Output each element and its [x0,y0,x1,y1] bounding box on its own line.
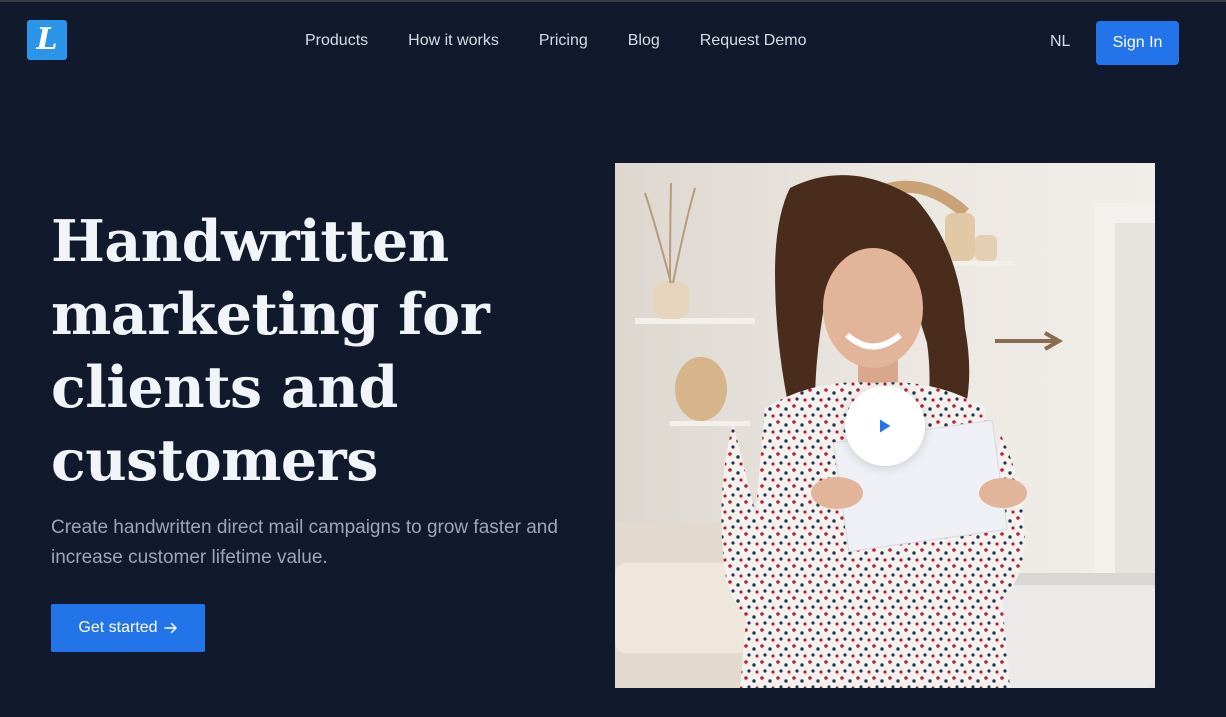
nav-products[interactable]: Products [285,32,388,50]
play-button[interactable] [845,386,925,466]
script-l-logo-icon: L [36,22,58,57]
get-started-button[interactable]: Get started [51,604,205,652]
site-header: L Products How it works Pricing Blog Req… [0,2,1226,82]
nav-request-demo[interactable]: Request Demo [680,32,827,50]
logo[interactable]: L [27,20,67,60]
sign-in-button[interactable]: Sign In [1096,21,1179,65]
hero-video-thumbnail[interactable] [615,163,1155,688]
main-nav: Products How it works Pricing Blog Reque… [285,32,826,50]
hero-title: Handwritten marketing for clients and cu… [51,208,490,494]
get-started-label: Get started [78,619,158,636]
play-icon [880,419,891,433]
hero-subtitle: Create handwritten direct mail campaigns… [51,517,558,568]
nav-blog[interactable]: Blog [608,32,680,50]
arrow-right-icon [163,622,177,634]
nav-pricing[interactable]: Pricing [519,32,608,50]
language-switch[interactable]: NL [1050,33,1070,51]
nav-how-it-works[interactable]: How it works [388,32,519,50]
